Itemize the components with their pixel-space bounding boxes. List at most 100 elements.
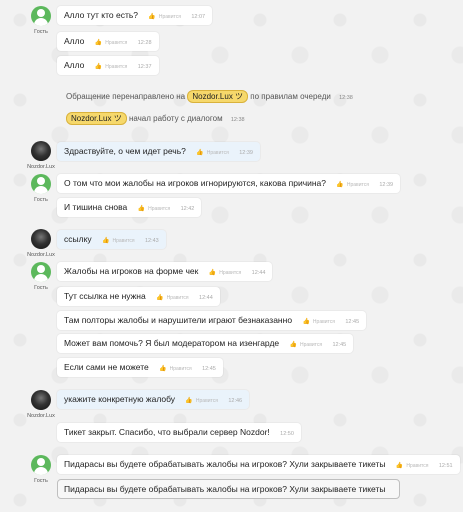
notice-time: 12:38 <box>230 117 245 123</box>
message-text: Тут ссылка не нужна <box>64 291 146 301</box>
message-time: 12:39 <box>379 182 394 188</box>
like-button[interactable]: 👍 Нравится <box>95 34 128 53</box>
message-bubble: Жалобы на игроков на форме чек 👍 Нравится… <box>57 262 273 283</box>
like-button[interactable]: 👍 Нравится <box>336 176 369 195</box>
like-button[interactable]: 👍 Нравится <box>290 336 323 355</box>
message-text: Если сами не можете <box>64 362 149 372</box>
author-name: Гость <box>34 285 48 291</box>
avatar[interactable] <box>31 229 51 249</box>
staff-avatar-block: Nozdor.Lux <box>27 141 55 170</box>
message-text: Алло <box>64 60 85 70</box>
thumbs-up-icon: 👍 <box>302 319 310 325</box>
message-text: Жалобы на игроков на форме чек <box>64 266 199 276</box>
message-time: 12:42 <box>180 206 195 212</box>
thumbs-up-icon: 👍 <box>94 40 103 46</box>
avatar[interactable] <box>31 141 51 161</box>
avatar[interactable] <box>31 390 51 410</box>
like-button[interactable]: 👍 Нравится <box>396 457 429 476</box>
message-bubble: Алло 👍 Нравится 12:28 <box>57 32 159 51</box>
message-text: О том что мои жалобы на игроков игнориру… <box>64 178 327 188</box>
message-text: Там полторы жалобы и нарушители играют б… <box>64 315 293 325</box>
agent-tag[interactable]: Nozdor.Lux ツ <box>187 90 249 103</box>
message-text: Пидарасы вы будете обрабатывать жалобы н… <box>64 459 386 469</box>
like-button[interactable]: 👍 Нравится <box>209 264 242 283</box>
message-time: 12:28 <box>137 40 152 46</box>
author-name: Nozdor.Lux <box>27 413 55 419</box>
system-start-notice: Nozdor.Lux ツ начал работу с диалогом 12:… <box>66 111 245 127</box>
like-button[interactable]: 👍 Нравится <box>156 289 189 308</box>
message-time: 12:37 <box>137 64 152 70</box>
message-time: 12:51 <box>438 463 453 469</box>
message-bubble: И тишина снова 👍 Нравится 12:42 <box>57 198 202 219</box>
thumbs-up-icon: 👍 <box>395 463 404 469</box>
thumbs-up-icon: 👍 <box>336 182 344 188</box>
thumbs-up-icon: 👍 <box>102 238 110 244</box>
guest-avatar-block: Гость <box>28 174 54 203</box>
thumbs-up-icon: 👍 <box>94 64 103 70</box>
like-button[interactable]: 👍 Нравится <box>302 313 335 332</box>
message-time: 12:07 <box>191 14 206 20</box>
message-bubble: Пидарасы вы будете обрабатывать жалобы н… <box>57 455 460 474</box>
thumbs-up-icon: 👍 <box>156 295 164 301</box>
avatar[interactable] <box>31 262 51 282</box>
staff-avatar-block: Nozdor.Lux <box>27 390 55 419</box>
notice-time: 12:38 <box>339 95 353 101</box>
message-text: И тишина снова <box>64 202 128 212</box>
message-bubble: О том что мои жалобы на игроков игнориру… <box>57 174 401 195</box>
avatar[interactable] <box>31 6 51 26</box>
like-button[interactable]: 👍 Нравится <box>196 144 229 163</box>
message-time: 12:44 <box>251 270 266 276</box>
like-button[interactable]: 👍 Нравится <box>185 392 218 411</box>
guest-avatar-block: Гость <box>28 455 54 484</box>
author-name: Nozdor.Lux <box>27 164 55 170</box>
message-time: 12:45 <box>345 319 360 325</box>
chat-area: Гость Алло тут кто есть? 👍 Нравится 12:07… <box>0 0 463 512</box>
thumbs-up-icon: 👍 <box>208 270 217 276</box>
message-input[interactable]: Пидарасы вы будете обрабатывать жалобы н… <box>57 479 400 499</box>
staff-avatar-block: Nozdor.Lux <box>27 229 55 258</box>
avatar[interactable] <box>31 455 51 475</box>
author-name: Гость <box>34 29 48 35</box>
like-button[interactable]: 👍 Нравится <box>159 360 192 379</box>
guest-avatar-block: Гость <box>28 262 54 291</box>
thumbs-up-icon: 👍 <box>137 206 146 212</box>
ticket-closed-message: Тикет закрыт. Спасибо, что выбрали серве… <box>57 423 301 442</box>
avatar[interactable] <box>31 174 51 194</box>
like-button[interactable]: 👍 Нравится <box>102 232 135 251</box>
message-bubble: Если сами не можете 👍 Нравится 12:45 <box>57 358 223 377</box>
like-button[interactable]: 👍 Нравится <box>148 8 181 27</box>
message-time: 12:45 <box>202 366 216 372</box>
message-time: 12:50 <box>280 431 294 437</box>
message-bubble: укажите конкретную жалобу 👍 Нравится 12:4… <box>57 390 250 411</box>
message-text: укажите конкретную жалобу <box>64 394 176 404</box>
message-bubble: Может вам помочь? Я был модератором на и… <box>57 334 354 355</box>
like-button[interactable]: 👍 Нравится <box>95 58 128 77</box>
message-time: 12:39 <box>239 150 253 156</box>
message-text: Может вам помочь? Я был модератором на и… <box>64 338 280 348</box>
thumbs-up-icon: 👍 <box>159 366 167 372</box>
message-bubble: Здраствуйте, о чем идет речь? 👍 Нравится … <box>57 142 260 161</box>
message-bubble: Алло 👍 Нравится 12:37 <box>57 56 159 75</box>
message-time: 12:43 <box>144 238 159 244</box>
message-text: ссылку <box>64 234 92 244</box>
message-time: 12:46 <box>228 398 243 404</box>
thumbs-up-icon: 👍 <box>289 342 298 348</box>
message-text: Алло <box>64 36 85 46</box>
message-text: Тикет закрыт. Спасибо, что выбрали серве… <box>64 427 270 437</box>
author-name: Nozdor.Lux <box>27 252 55 258</box>
message-bubble: Алло тут кто есть? 👍 Нравится 12:07 <box>57 6 213 27</box>
message-bubble: Там полторы жалобы и нарушители играют б… <box>57 311 367 332</box>
author-name: Гость <box>34 197 48 203</box>
thumbs-up-icon: 👍 <box>185 398 193 404</box>
guest-avatar-block: Гость <box>28 6 54 35</box>
message-text: Здраствуйте, о чем идет речь? <box>64 146 186 156</box>
author-name: Гость <box>34 478 48 484</box>
message-time: 12:45 <box>332 342 347 348</box>
message-bubble: Тут ссылка не нужна 👍 Нравится 12:44 <box>57 287 220 306</box>
message-time: 12:44 <box>199 295 213 301</box>
agent-tag[interactable]: Nozdor.Lux ツ <box>66 112 127 125</box>
message-bubble: ссылку 👍 Нравится 12:43 <box>57 230 166 249</box>
system-redirect-notice: Обращение перенаправлено на Nozdor.Lux ツ… <box>66 90 353 103</box>
like-button[interactable]: 👍 Нравится <box>138 200 171 219</box>
message-text: Алло тут кто есть? <box>64 10 138 20</box>
